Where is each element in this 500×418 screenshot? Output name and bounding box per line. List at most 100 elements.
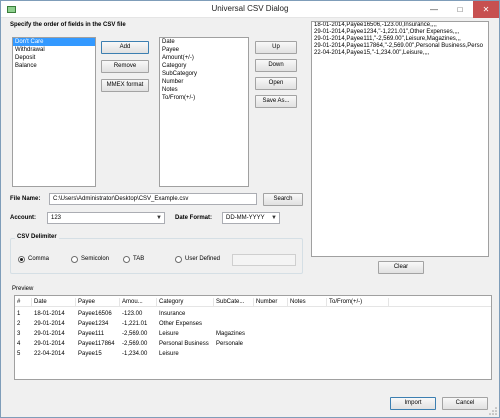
list-item[interactable]: Category xyxy=(160,62,248,70)
table-header-row: # Date Payee Amou... Category SubCate...… xyxy=(15,298,491,307)
list-item[interactable]: Withdrawal xyxy=(13,46,95,54)
table-cell: 29-01-2014 xyxy=(34,321,65,327)
import-button-label: Import xyxy=(404,400,422,406)
date-format-label: Date Format: xyxy=(175,215,213,221)
open-button-label: Open xyxy=(268,80,284,86)
title-bar: Universal CSV Dialog — □ ✕ xyxy=(1,1,499,18)
user-defined-radio[interactable] xyxy=(175,256,182,263)
list-item[interactable]: Don't Care xyxy=(13,38,95,46)
list-item[interactable]: Deposit xyxy=(13,54,95,62)
search-button[interactable]: Search xyxy=(263,193,303,206)
chevron-down-icon: ▼ xyxy=(156,215,162,221)
tab-label: TAB xyxy=(133,256,145,262)
open-button[interactable]: Open xyxy=(255,77,297,90)
column-header[interactable]: SubCate... xyxy=(214,298,254,307)
add-button-label: Add xyxy=(119,44,131,50)
maximize-button[interactable]: □ xyxy=(447,1,473,18)
list-item[interactable]: Payee xyxy=(160,46,248,54)
column-header[interactable]: To/From(+/-) xyxy=(327,298,389,307)
file-name-label: File Name: xyxy=(10,196,41,202)
list-item[interactable]: SubCategory xyxy=(160,70,248,78)
search-button-label: Search xyxy=(273,196,293,202)
account-combo[interactable]: 123 ▼ xyxy=(47,212,165,224)
table-cell: Personal Business xyxy=(159,341,209,347)
table-cell: -1,234.00 xyxy=(122,351,148,357)
csv-raw-text[interactable]: 18-01-2014,Payee16506,-123.00,Insurance,… xyxy=(311,21,489,257)
semicolon-radio[interactable] xyxy=(71,256,78,263)
minimize-button[interactable]: — xyxy=(421,1,447,18)
table-cell: Payee1234 xyxy=(78,321,109,327)
cancel-button-label: Cancel xyxy=(455,400,475,406)
account-label: Account: xyxy=(10,215,36,221)
save-as-button[interactable]: Save As... xyxy=(255,95,297,108)
column-header[interactable]: Payee xyxy=(76,298,120,307)
preview-title: Preview xyxy=(12,286,34,292)
available-fields-list[interactable]: Don't Care Withdrawal Deposit Balance xyxy=(12,37,96,187)
remove-button[interactable]: Remove xyxy=(101,60,149,73)
file-name-field[interactable]: C:\Users\Administrator\Desktop\CSV_Examp… xyxy=(49,193,257,205)
table-cell xyxy=(216,310,254,319)
down-button-label: Down xyxy=(268,62,284,68)
date-format-value: DD-MM-YYYY xyxy=(226,215,265,221)
up-button[interactable]: Up xyxy=(255,41,297,54)
csv-line: 29-01-2014,Payee1234,"-1,221.01",Other E… xyxy=(314,29,460,35)
table-row[interactable]: 1 18-01-2014 Payee16506 -123.00 Insuranc… xyxy=(15,310,491,319)
table-cell: 5 xyxy=(17,351,21,357)
list-item[interactable]: Balance xyxy=(13,62,95,70)
table-cell: Payee16506 xyxy=(78,311,112,317)
cancel-button[interactable]: Cancel xyxy=(442,397,488,410)
account-value: 123 xyxy=(51,215,62,221)
table-cell: Other Expenses xyxy=(159,321,203,327)
remove-button-label: Remove xyxy=(113,63,137,69)
column-header[interactable]: Date xyxy=(32,298,76,307)
clear-button[interactable]: Clear xyxy=(378,261,424,274)
up-button-label: Up xyxy=(272,44,280,50)
down-button[interactable]: Down xyxy=(255,59,297,72)
table-cell: Payee15 xyxy=(78,351,102,357)
table-cell: 22-04-2014 xyxy=(34,351,65,357)
column-header[interactable]: Number xyxy=(254,298,288,307)
fields-heading: Specify the order of fields in the CSV f… xyxy=(10,22,126,28)
list-item[interactable]: To/From(+/-) xyxy=(160,94,248,102)
table-row[interactable]: 3 29-01-2014 Payee111 -2,569.00 Leisure … xyxy=(15,330,491,339)
user-defined-delimiter-field[interactable] xyxy=(232,254,296,266)
date-format-combo[interactable]: DD-MM-YYYY ▼ xyxy=(222,212,280,224)
csv-line: 18-01-2014,Payee16506,-123.00,Insurance,… xyxy=(314,22,437,28)
list-item[interactable]: Number xyxy=(160,78,248,86)
column-header[interactable]: # xyxy=(15,298,32,307)
mmex-format-button[interactable]: MMEX format xyxy=(101,79,149,92)
resize-grip-icon[interactable] xyxy=(489,407,498,416)
table-cell xyxy=(216,320,254,329)
import-button[interactable]: Import xyxy=(390,397,436,410)
table-cell: -1,221.01 xyxy=(122,321,148,327)
column-header[interactable]: Category xyxy=(157,298,214,307)
table-cell: Leisure xyxy=(159,331,179,337)
table-cell: 29-01-2014 xyxy=(34,331,65,337)
table-cell: Leisure xyxy=(159,351,179,357)
table-row[interactable]: 5 22-04-2014 Payee15 -1,234.00 Leisure xyxy=(15,350,491,359)
list-item[interactable]: Amount(+/-) xyxy=(160,54,248,62)
table-cell: -2,569.00 xyxy=(122,341,148,347)
list-item[interactable]: Date xyxy=(160,38,248,46)
table-cell: Magazines xyxy=(216,331,246,337)
table-cell: Payee111 xyxy=(78,331,105,337)
chevron-down-icon: ▼ xyxy=(271,215,277,221)
column-header[interactable]: Notes xyxy=(288,298,327,307)
user-defined-label: User Defined xyxy=(185,256,221,262)
comma-radio[interactable] xyxy=(18,256,25,263)
clear-button-label: Clear xyxy=(393,264,409,270)
table-row[interactable]: 4 29-01-2014 Payee117864 -2,569.00 Perso… xyxy=(15,340,491,349)
tab-radio[interactable] xyxy=(123,256,130,263)
table-cell: Payee117864 xyxy=(78,341,115,347)
close-button[interactable]: ✕ xyxy=(473,1,499,18)
list-item[interactable]: Notes xyxy=(160,86,248,94)
selected-fields-list[interactable]: Date Payee Amount(+/-) Category SubCateg… xyxy=(159,37,249,187)
table-cell: -123.00 xyxy=(122,311,143,317)
csv-line: 29-01-2014,Payee117864,"-2,569.00",Perso… xyxy=(314,43,483,49)
add-button[interactable]: Add xyxy=(101,41,149,54)
table-row[interactable]: 2 29-01-2014 Payee1234 -1,221.01 Other E… xyxy=(15,320,491,329)
column-header[interactable]: Amou... xyxy=(120,298,157,307)
table-cell: 29-01-2014 xyxy=(34,341,65,347)
preview-table[interactable]: # Date Payee Amou... Category SubCate...… xyxy=(14,295,492,380)
semicolon-label: Semicolon xyxy=(81,256,110,262)
